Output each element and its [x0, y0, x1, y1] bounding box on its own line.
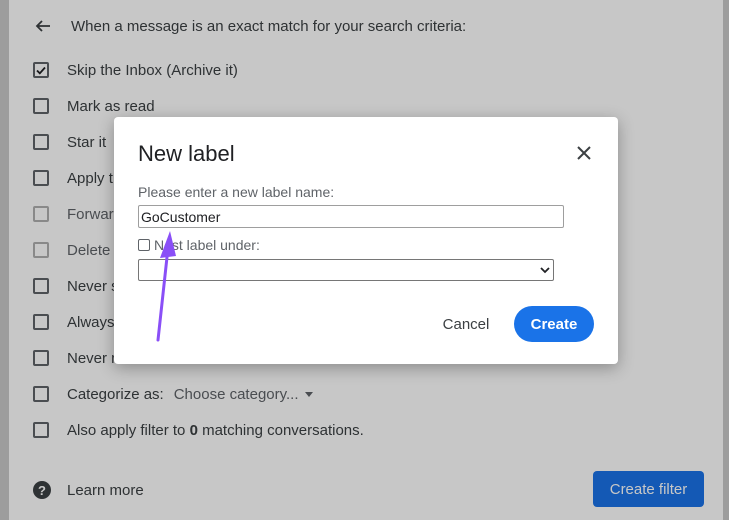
dialog-title: New label [138, 141, 235, 166]
label-name-prompt: Please enter a new label name: [138, 184, 335, 200]
nest-label-row[interactable]: Nest label under: [138, 237, 260, 253]
label-name-input[interactable] [138, 205, 564, 228]
parent-label-select[interactable] [138, 259, 554, 281]
new-label-dialog: New label Please enter a new label name:… [114, 117, 618, 364]
nest-label-checkbox[interactable] [138, 239, 150, 251]
create-button[interactable]: Create [514, 306, 594, 342]
chevron-down-icon [539, 264, 551, 276]
close-icon[interactable] [572, 141, 596, 165]
cancel-button[interactable]: Cancel [430, 306, 502, 342]
nest-label-text: Nest label under: [154, 237, 260, 253]
